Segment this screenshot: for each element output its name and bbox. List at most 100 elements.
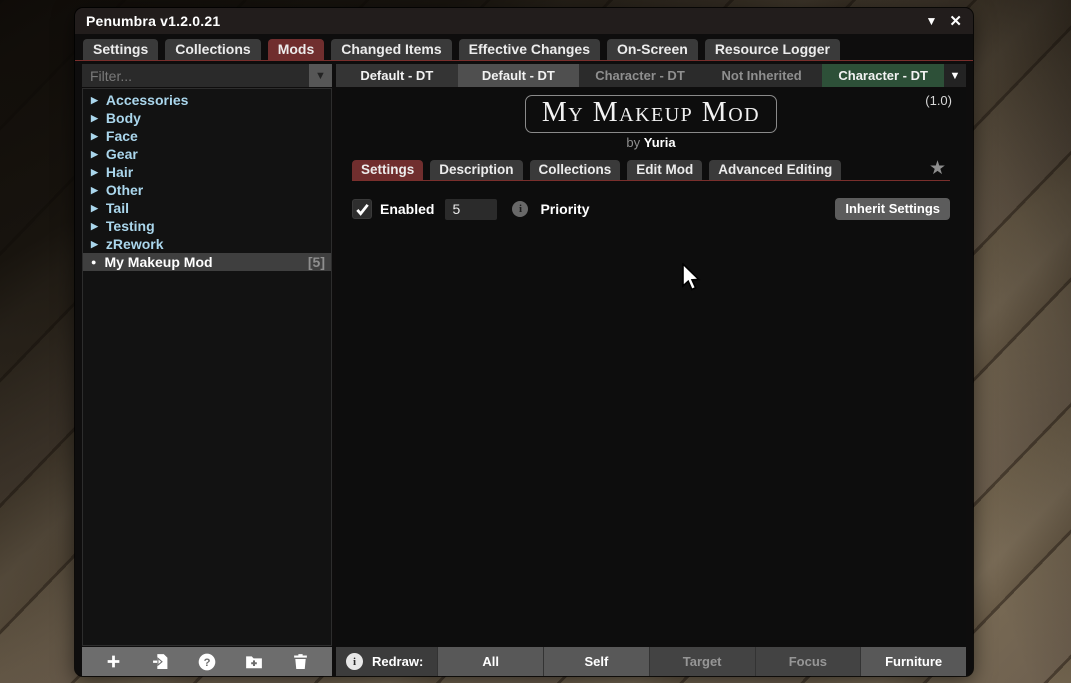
expander-icon: ▶: [91, 113, 98, 124]
content-area: ▼ ▶ Accessories ▶ Body: [75, 61, 973, 676]
mod-item-my-makeup-mod[interactable]: ● My Makeup Mod [5]: [83, 253, 331, 271]
mod-version: (1.0): [925, 93, 952, 108]
close-icon[interactable]: ✕: [949, 14, 962, 29]
import-mod-button[interactable]: [147, 649, 173, 675]
redraw-label: Redraw:: [372, 654, 423, 669]
expander-icon: ▶: [91, 203, 98, 214]
file-import-icon: [152, 653, 169, 670]
settings-row: Enabled i Priority Inherit Settings: [352, 198, 950, 220]
folder-label: Gear: [106, 146, 138, 162]
tab-on-screen[interactable]: On-Screen: [607, 39, 698, 60]
mod-tab-edit-mod[interactable]: Edit Mod: [627, 160, 702, 180]
collection-segment-default-dt[interactable]: Default - DT: [458, 64, 580, 87]
priority-label: Priority: [540, 201, 589, 217]
chevron-down-icon: ▼: [315, 70, 326, 82]
info-icon[interactable]: i: [346, 653, 363, 670]
mod-tab-settings[interactable]: Settings: [352, 160, 423, 180]
collection-dropdown-button[interactable]: ▼: [944, 64, 966, 87]
collection-segment-character-dt[interactable]: Character - DT: [579, 64, 701, 87]
mod-count-badge: [5]: [308, 254, 325, 270]
mod-tree: ▶ Accessories ▶ Body ▶ Face: [82, 88, 332, 646]
folder-label: Hair: [106, 164, 133, 180]
folder-label: Other: [106, 182, 143, 198]
mod-item-label: My Makeup Mod: [104, 254, 212, 270]
penumbra-window: Penumbra v1.2.0.21 ▼ ✕ Settings Collectio…: [75, 8, 973, 676]
byline-prefix: by: [626, 135, 640, 150]
filter-row: ▼: [82, 64, 332, 87]
titlebar[interactable]: Penumbra v1.2.0.21 ▼ ✕: [75, 8, 973, 34]
tab-collections[interactable]: Collections: [165, 39, 260, 60]
filter-dropdown-button[interactable]: ▼: [309, 64, 332, 87]
collapse-icon[interactable]: ▼: [926, 15, 938, 27]
tab-settings[interactable]: Settings: [83, 39, 158, 60]
mod-list-toolbar: ?: [82, 647, 332, 676]
window-title: Penumbra v1.2.0.21: [86, 13, 914, 29]
collection-segment-default-dt[interactable]: Default - DT: [336, 64, 458, 87]
redraw-button-focus[interactable]: Focus: [755, 647, 861, 676]
folder-zrework[interactable]: ▶ zRework: [83, 235, 331, 253]
folder-label: Face: [106, 128, 138, 144]
redraw-button-target[interactable]: Target: [649, 647, 755, 676]
inherit-settings-button[interactable]: Inherit Settings: [835, 198, 950, 220]
folder-plus-icon: [245, 653, 263, 671]
expander-icon: ▶: [91, 149, 98, 160]
folder-testing[interactable]: ▶ Testing: [83, 217, 331, 235]
mod-title-plaque: My Makeup Mod: [525, 95, 777, 133]
tab-effective-changes[interactable]: Effective Changes: [459, 39, 600, 60]
redraw-button-all[interactable]: All: [437, 647, 543, 676]
help-button[interactable]: ?: [194, 649, 220, 675]
new-folder-button[interactable]: [241, 649, 267, 675]
check-icon: [355, 202, 370, 217]
tab-changed-items[interactable]: Changed Items: [331, 39, 451, 60]
folder-label: Testing: [106, 218, 155, 234]
folder-tail[interactable]: ▶ Tail: [83, 199, 331, 217]
enabled-label: Enabled: [380, 201, 434, 217]
trash-icon: [292, 653, 309, 670]
mod-bullet-icon: ●: [91, 257, 96, 267]
chevron-down-icon: ▼: [950, 70, 961, 82]
mod-byline: by Yuria: [344, 135, 958, 150]
redraw-button-self[interactable]: Self: [543, 647, 649, 676]
folder-label: Body: [106, 110, 141, 126]
main-tabstrip: Settings Collections Mods Changed Items Effe…: [75, 34, 973, 61]
expander-icon: ▶: [91, 239, 98, 250]
priority-input[interactable]: [445, 199, 497, 220]
enabled-checkbox[interactable]: [352, 199, 372, 219]
mod-content: (1.0) My Makeup Mod by Yuria Settings Des…: [336, 88, 966, 646]
folder-label: Accessories: [106, 92, 189, 108]
expander-icon: ▶: [91, 95, 98, 106]
mod-tab-description[interactable]: Description: [430, 160, 522, 180]
plus-icon: [105, 653, 122, 670]
filter-input[interactable]: [82, 64, 309, 87]
mod-tab-advanced-editing[interactable]: Advanced Editing: [709, 160, 841, 180]
mod-tab-collections[interactable]: Collections: [530, 160, 621, 180]
redraw-button-furniture[interactable]: Furniture: [860, 647, 966, 676]
expander-icon: ▶: [91, 131, 98, 142]
tab-resource-logger[interactable]: Resource Logger: [705, 39, 840, 60]
delete-mod-button[interactable]: [288, 649, 314, 675]
svg-text:?: ?: [204, 656, 211, 668]
collection-bar: Default - DTDefault - DTCharacter - DTNo…: [336, 64, 966, 87]
mod-tabstrip: Settings Description Collections Edit Mod Ad…: [352, 160, 950, 181]
folder-face[interactable]: ▶ Face: [83, 127, 331, 145]
add-mod-button[interactable]: [100, 649, 126, 675]
collection-segment-character-dt[interactable]: Character - DT: [822, 64, 944, 87]
mod-list-panel: ▼ ▶ Accessories ▶ Body: [82, 64, 332, 676]
tab-mods[interactable]: Mods: [268, 39, 325, 60]
folder-hair[interactable]: ▶ Hair: [83, 163, 331, 181]
info-icon[interactable]: i: [512, 201, 528, 217]
favorite-star-icon[interactable]: ★: [929, 159, 946, 178]
redraw-bar: i Redraw: AllSelfTargetFocusFurniture: [336, 647, 966, 676]
folder-gear[interactable]: ▶ Gear: [83, 145, 331, 163]
redraw-label-group: i Redraw:: [336, 647, 437, 676]
folder-body[interactable]: ▶ Body: [83, 109, 331, 127]
folder-label: Tail: [106, 200, 129, 216]
folder-label: zRework: [106, 236, 164, 252]
folder-accessories[interactable]: ▶ Accessories: [83, 91, 331, 109]
mod-title: My Makeup Mod: [542, 97, 760, 129]
folder-other[interactable]: ▶ Other: [83, 181, 331, 199]
collection-segment-not-inherited[interactable]: Not Inherited: [701, 64, 823, 87]
mod-detail-panel: Default - DTDefault - DTCharacter - DTNo…: [336, 64, 966, 676]
expander-icon: ▶: [91, 221, 98, 232]
expander-icon: ▶: [91, 167, 98, 178]
